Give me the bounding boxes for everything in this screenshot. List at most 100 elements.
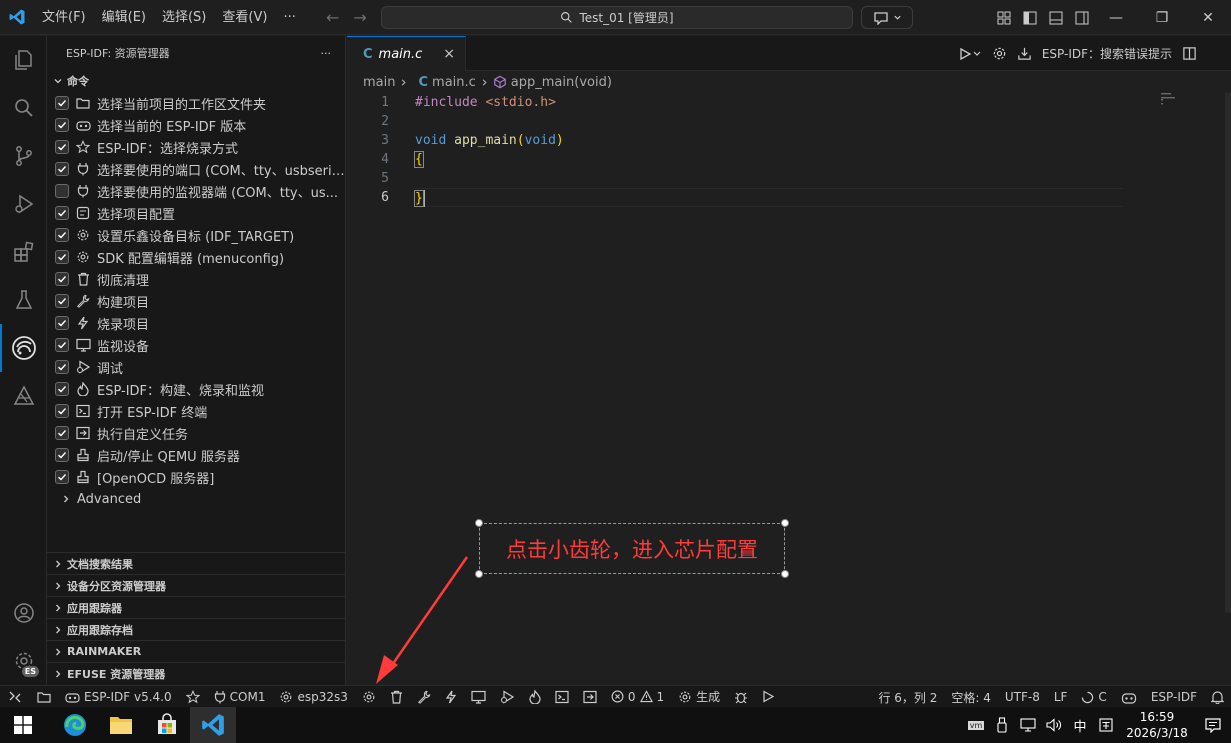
search-view-icon[interactable] bbox=[0, 84, 47, 132]
toggle-secondary-sidebar-icon[interactable] bbox=[1074, 10, 1090, 26]
command-item[interactable]: [OpenOCD 服务器] bbox=[47, 466, 345, 488]
toggle-primary-sidebar-icon[interactable] bbox=[1022, 10, 1038, 26]
command-item[interactable]: 选择当前的 ESP-IDF 版本 bbox=[47, 114, 345, 136]
close-window-icon[interactable]: ✕ bbox=[1185, 0, 1231, 35]
volume-icon[interactable] bbox=[1041, 718, 1067, 732]
esp-idf-status-button[interactable]: ESP-IDF bbox=[1144, 686, 1204, 708]
notification-center-icon[interactable] bbox=[1195, 717, 1231, 733]
debug-bug-button[interactable] bbox=[727, 686, 755, 708]
toggle-panel-icon[interactable] bbox=[1048, 10, 1064, 26]
checkbox-checked[interactable] bbox=[55, 228, 69, 242]
manage-gear-icon[interactable]: ES bbox=[0, 637, 47, 685]
system-clock[interactable]: 16:59 2026/3/18 bbox=[1119, 709, 1195, 741]
accounts-icon[interactable] bbox=[0, 589, 47, 637]
collapsed-section-header[interactable]: EFUSE 资源管理器 bbox=[47, 662, 346, 684]
command-item[interactable]: 选择要使用的监视器端 (COM、tty、us... bbox=[47, 180, 345, 202]
ime-indicator[interactable]: 中 bbox=[1067, 716, 1093, 735]
edge-browser-icon[interactable] bbox=[52, 707, 98, 743]
encoding-button[interactable]: UTF-8 bbox=[998, 686, 1047, 708]
esp-idf-explorer-icon[interactable] bbox=[0, 324, 47, 372]
collapsed-section-header[interactable]: 应用跟踪存档 bbox=[47, 618, 346, 640]
explorer-icon[interactable] bbox=[0, 36, 47, 84]
build-button[interactable] bbox=[410, 686, 438, 708]
network-icon[interactable] bbox=[1015, 718, 1041, 732]
language-mode-button[interactable]: C bbox=[1074, 686, 1113, 708]
extensions-icon[interactable] bbox=[0, 228, 47, 276]
code-content[interactable]: #include <stdio.h> void app_main(void) {… bbox=[414, 93, 1123, 207]
checkbox-checked[interactable] bbox=[55, 316, 69, 330]
command-item[interactable]: 监视设备 bbox=[47, 334, 345, 356]
editor-scrollbar[interactable] bbox=[1225, 93, 1231, 613]
menu-file[interactable]: 文件(F) bbox=[34, 0, 94, 35]
windows-start-icon[interactable] bbox=[0, 707, 46, 743]
cursor-position[interactable]: 行 6，列 2 bbox=[871, 686, 944, 708]
flash-download-icon[interactable] bbox=[1017, 46, 1032, 61]
command-item[interactable]: ESP-IDF：选择烧录方式 bbox=[47, 136, 345, 158]
checkbox-checked[interactable] bbox=[55, 470, 69, 484]
custom-task-button[interactable] bbox=[576, 686, 604, 708]
checkbox-checked[interactable] bbox=[55, 294, 69, 308]
sdk-config-button[interactable] bbox=[355, 686, 383, 708]
command-item[interactable]: 选择当前项目的工作区文件夹 bbox=[47, 92, 345, 114]
select-workspace-button[interactable] bbox=[30, 686, 58, 708]
code-editor[interactable]: 1 2 3 4 5 6 #include <stdio.h> void app_… bbox=[347, 93, 1231, 685]
command-item[interactable]: 启动/停止 QEMU 服务器 bbox=[47, 444, 345, 466]
source-control-icon[interactable] bbox=[0, 132, 47, 180]
flash-button[interactable] bbox=[438, 686, 464, 708]
menu-more[interactable]: ··· bbox=[275, 0, 303, 35]
checkbox-checked[interactable] bbox=[55, 140, 69, 154]
checkbox-checked[interactable] bbox=[55, 206, 69, 220]
vscode-taskbar-icon[interactable] bbox=[190, 707, 236, 743]
breadcrumb-file[interactable]: main.c bbox=[432, 75, 476, 90]
menu-view[interactable]: 查看(V) bbox=[214, 0, 275, 35]
minimize-icon[interactable]: — bbox=[1093, 0, 1139, 35]
advanced-tree-item[interactable]: Advanced bbox=[47, 488, 345, 510]
microsoft-store-icon[interactable] bbox=[144, 707, 190, 743]
collapsed-section-header[interactable]: 应用跟踪器 bbox=[47, 596, 346, 618]
copilot-button[interactable] bbox=[861, 6, 913, 29]
command-item[interactable]: 执行自定义任务 bbox=[47, 422, 345, 444]
usb-icon[interactable] bbox=[989, 717, 1015, 733]
checkbox-checked[interactable] bbox=[55, 360, 69, 374]
command-item[interactable]: 调试 bbox=[47, 356, 345, 378]
breadcrumb-symbol[interactable]: app_main(void) bbox=[511, 75, 612, 90]
serial-port-button[interactable]: COM1 bbox=[207, 686, 273, 708]
monitor-button[interactable] bbox=[464, 686, 493, 708]
checkbox-checked[interactable] bbox=[55, 272, 69, 286]
commands-section-header[interactable]: 命令 bbox=[47, 70, 345, 92]
command-item[interactable]: 烧录项目 bbox=[47, 312, 345, 334]
remote-icon[interactable] bbox=[0, 686, 30, 708]
close-tab-icon[interactable]: × bbox=[443, 46, 455, 62]
restore-icon[interactable]: ❐ bbox=[1139, 0, 1185, 35]
minimap[interactable] bbox=[1161, 93, 1199, 113]
command-item[interactable]: 选择项目配置 bbox=[47, 202, 345, 224]
indentation-button[interactable]: 空格: 4 bbox=[944, 686, 998, 708]
checkbox-checked[interactable] bbox=[55, 448, 69, 462]
command-item[interactable]: 设置乐鑫设备目标 (IDF_TARGET) bbox=[47, 224, 345, 246]
notifications-button[interactable] bbox=[1204, 686, 1231, 708]
command-item[interactable]: 打开 ESP-IDF 终端 bbox=[47, 400, 345, 422]
problems-button[interactable]: 0 1 bbox=[604, 686, 671, 708]
menu-edit[interactable]: 编辑(E) bbox=[94, 0, 154, 35]
command-center[interactable]: Test_01 [管理员] bbox=[381, 6, 853, 29]
command-item[interactable]: SDK 配置编辑器 (menuconfig) bbox=[47, 246, 345, 268]
tab-main-c[interactable]: C main.c × bbox=[347, 36, 466, 71]
command-item[interactable]: ESP-IDF：构建、烧录和监视 bbox=[47, 378, 345, 400]
checkbox-checked[interactable] bbox=[55, 96, 69, 110]
checkbox-checked[interactable] bbox=[55, 404, 69, 418]
run-debug-dropdown-icon[interactable] bbox=[958, 47, 982, 61]
collapsed-section-header[interactable]: RAINMAKER bbox=[47, 640, 346, 662]
debug-button[interactable] bbox=[493, 686, 522, 708]
idf-version-button[interactable]: ESP-IDF v5.4.0 bbox=[58, 686, 179, 708]
full-clean-button[interactable] bbox=[383, 686, 410, 708]
run-debug-icon[interactable] bbox=[0, 180, 47, 228]
build-flash-monitor-button[interactable] bbox=[522, 686, 548, 708]
file-explorer-icon[interactable] bbox=[98, 707, 144, 743]
split-editor-icon[interactable] bbox=[1182, 46, 1197, 61]
open-terminal-button[interactable] bbox=[548, 686, 576, 708]
run-button[interactable] bbox=[755, 686, 781, 708]
flash-method-button[interactable] bbox=[179, 686, 207, 708]
customize-layout-icon[interactable] bbox=[996, 10, 1012, 26]
back-arrow-icon[interactable]: ← bbox=[326, 8, 339, 27]
sidebar-more-button[interactable]: ··· bbox=[321, 47, 332, 60]
